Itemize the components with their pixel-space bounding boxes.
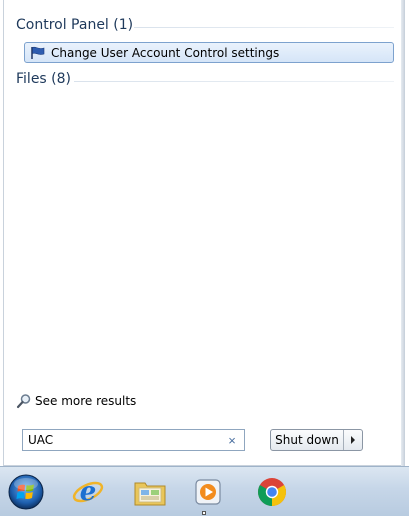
see-more-label: See more results [35, 394, 137, 408]
result-change-uac-settings[interactable]: Change User Account Control settings [24, 42, 394, 63]
files-group-header[interactable]: Files (8) [16, 71, 71, 87]
see-more-results-link[interactable]: See more results [16, 393, 136, 409]
uac-flag-icon [29, 45, 47, 61]
search-icon [16, 393, 32, 409]
chevron-right-icon [351, 436, 355, 444]
taskbar-internet-explorer[interactable]: e [68, 472, 108, 512]
group-divider [74, 81, 394, 82]
shutdown-options-button[interactable] [344, 430, 362, 450]
menu-right-edge [401, 0, 404, 466]
taskbar-file-explorer[interactable] [130, 472, 170, 512]
chrome-icon [258, 478, 286, 506]
media-player-icon [195, 479, 221, 505]
clear-search-icon[interactable]: × [225, 433, 239, 448]
taskbar-media-player[interactable] [188, 472, 228, 512]
taskbar: e [0, 466, 409, 516]
result-label: Change User Account Control settings [51, 45, 280, 60]
control-panel-group-header[interactable]: Control Panel (1) [16, 17, 133, 33]
screen: Control Panel (1) Change User Account Co… [0, 0, 409, 516]
search-input-value: UAC [28, 433, 54, 447]
taskbar-marker [202, 511, 206, 515]
search-input[interactable]: UAC × [22, 429, 245, 451]
taskbar-chrome[interactable] [252, 472, 292, 512]
start-orb-button[interactable] [6, 472, 46, 512]
svg-text:e: e [80, 477, 97, 507]
shutdown-button[interactable]: Shut down [271, 430, 344, 450]
shutdown-button-group: Shut down [270, 429, 363, 451]
start-menu-panel: Control Panel (1) Change User Account Co… [3, 0, 405, 466]
folder-icon [134, 482, 166, 506]
group-divider [134, 27, 394, 28]
ie-icon: e [72, 477, 104, 507]
windows-orb-icon [8, 474, 44, 510]
